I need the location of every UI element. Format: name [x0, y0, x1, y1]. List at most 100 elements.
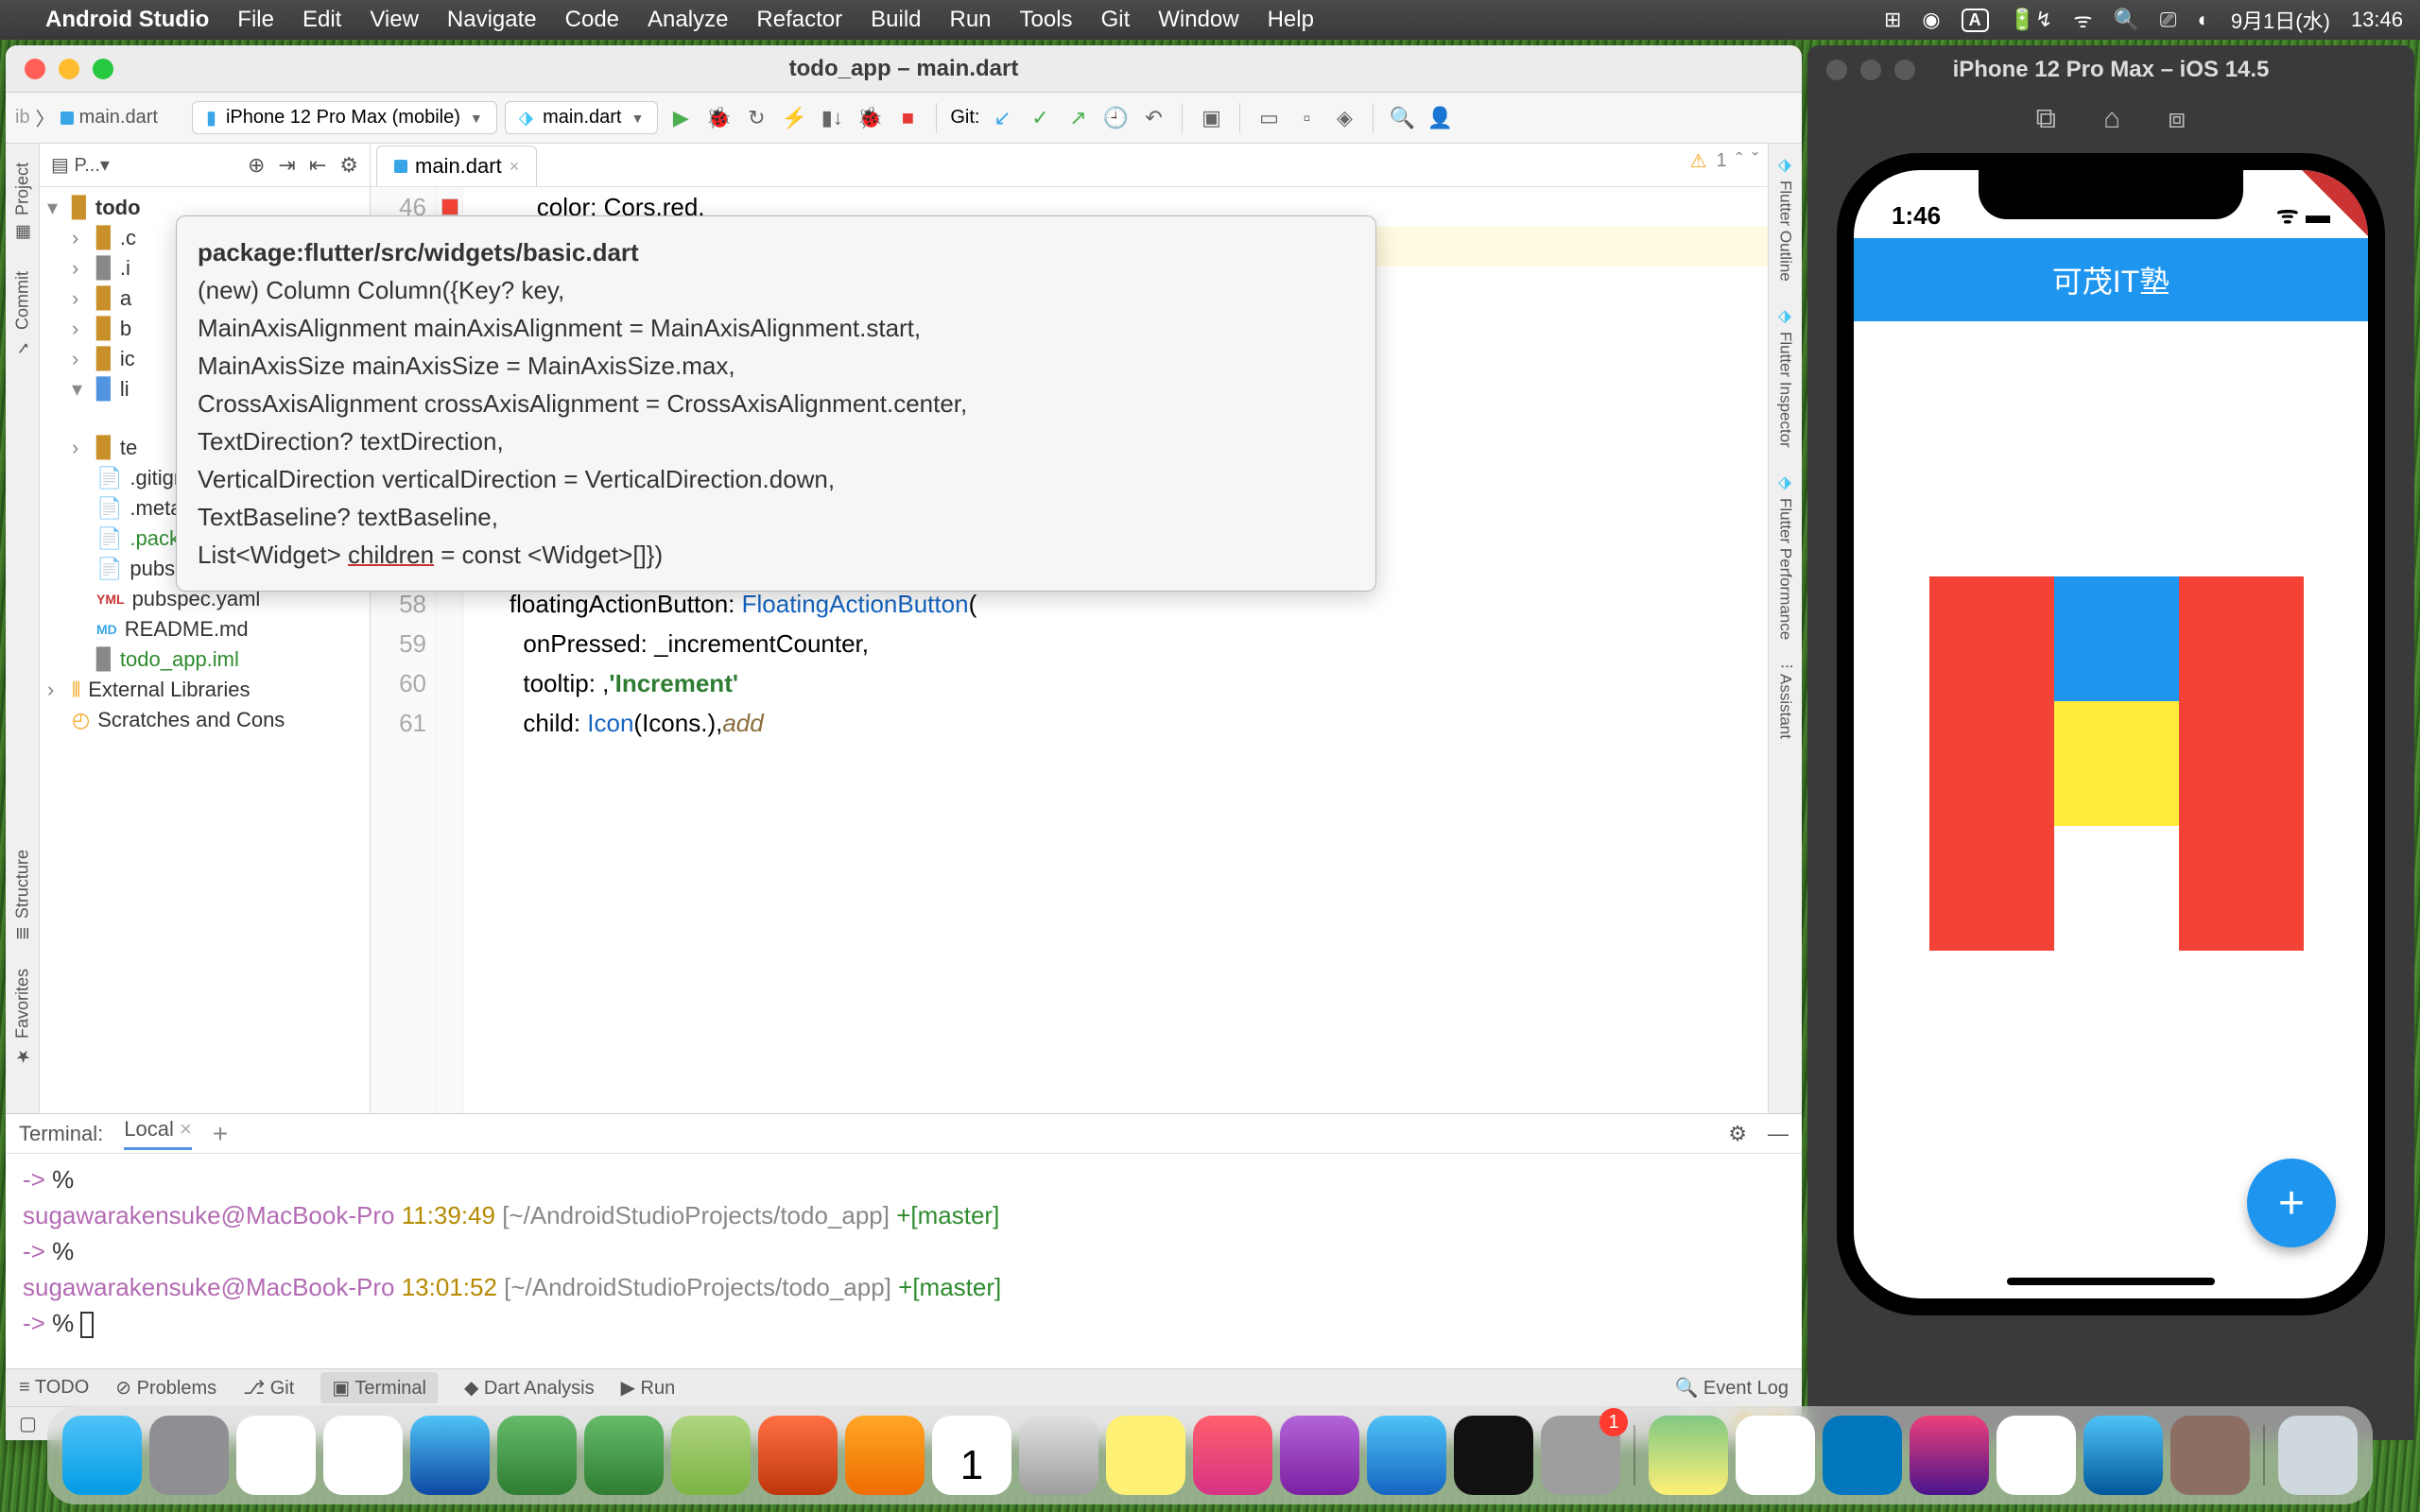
terminal-tab[interactable]: Local × — [124, 1117, 192, 1150]
menu-edit[interactable]: Edit — [302, 7, 341, 33]
wifi-icon[interactable]: ᯤ — [2073, 6, 2092, 34]
dock-app[interactable] — [845, 1416, 925, 1495]
dock-finder[interactable] — [62, 1416, 142, 1495]
project-view-selector[interactable]: ▤ P...▾ — [51, 153, 110, 177]
collapse-all-icon[interactable]: ⇤ — [309, 153, 326, 178]
tool-flutter-outline[interactable]: ⬗Flutter Outline — [1775, 155, 1796, 282]
menu-tools[interactable]: Tools — [1020, 7, 1073, 33]
dock-trash[interactable] — [2278, 1416, 2358, 1495]
battery-icon[interactable]: 🔋↯ — [2010, 8, 2053, 32]
dock-app[interactable] — [1910, 1416, 1989, 1495]
rotate-icon[interactable]: ⧈ — [2168, 103, 2186, 135]
run-button[interactable]: ▶ — [666, 103, 696, 133]
tree-external-libs[interactable]: ›⫴External Libraries — [40, 675, 370, 705]
hot-reload-button[interactable]: ⚡ — [779, 103, 809, 133]
stop-button[interactable]: ■ — [892, 103, 923, 133]
dock-preferences[interactable]: 1 — [1541, 1416, 1620, 1495]
control-center-icon[interactable]: ⎚ — [2160, 8, 2177, 32]
coverage-button[interactable]: ↻ — [741, 103, 771, 133]
dock-chrome[interactable] — [323, 1416, 403, 1495]
dock-podcasts[interactable] — [1280, 1416, 1359, 1495]
dock-maps[interactable] — [1649, 1416, 1728, 1495]
settings-icon[interactable]: ⚙ — [339, 153, 358, 178]
dock-appstore[interactable] — [1367, 1416, 1446, 1495]
tree-file[interactable]: MD README.md — [40, 614, 370, 644]
menu-help[interactable]: Help — [1268, 7, 1314, 33]
menu-file[interactable]: File — [237, 7, 274, 33]
terminal-body[interactable]: -> %sugawarakensuke@MacBook-Pro 11:39:49… — [6, 1154, 1802, 1368]
menu-window[interactable]: Window — [1158, 7, 1238, 33]
menu-build[interactable]: Build — [871, 7, 921, 33]
tool-run[interactable]: ▶ Run — [621, 1376, 676, 1400]
menu-navigate[interactable]: Navigate — [447, 7, 537, 33]
tool-assistant[interactable]: ⫶Assistant — [1776, 664, 1795, 739]
menubar-date[interactable]: 9月1日(水) — [2231, 5, 2330, 35]
dock-tv[interactable] — [1454, 1416, 1533, 1495]
menubar-app[interactable]: Android Studio — [45, 7, 209, 33]
tool-favorites[interactable]: ★Favorites — [12, 969, 33, 1066]
siri-icon[interactable]: ◐ — [2198, 8, 2210, 32]
dock-facetime[interactable] — [497, 1416, 577, 1495]
search-everywhere-button[interactable]: 🔍 — [1387, 103, 1417, 133]
flutter-attach-button[interactable]: 🐞 — [855, 103, 885, 133]
device-manager-button[interactable]: ▭ — [1253, 103, 1284, 133]
git-push-button[interactable]: ↗ — [1063, 103, 1093, 133]
menu-code[interactable]: Code — [565, 7, 619, 33]
dock-notes[interactable] — [1106, 1416, 1185, 1495]
menu-run[interactable]: Run — [950, 7, 992, 33]
tool-flutter-inspector[interactable]: ⬗Flutter Inspector — [1775, 306, 1796, 448]
dock-safari[interactable] — [236, 1416, 316, 1495]
attach-debugger-button[interactable]: ▮↓ — [817, 103, 847, 133]
floating-action-button[interactable]: + — [2247, 1159, 2336, 1247]
tool-structure[interactable]: ≣Structure — [12, 850, 33, 940]
menu-analyze[interactable]: Analyze — [648, 7, 728, 33]
dock-messages[interactable] — [584, 1416, 664, 1495]
avatar-icon[interactable]: 👤 — [1425, 103, 1455, 133]
spotlight-icon[interactable]: 🔍 — [2114, 8, 2139, 32]
editor-tab[interactable]: main.dart× — [376, 146, 537, 186]
debug-button[interactable]: 🐞 — [703, 103, 734, 133]
menu-refactor[interactable]: Refactor — [756, 7, 842, 33]
tool-problems[interactable]: ⊘ Problems — [115, 1376, 216, 1400]
dock-app[interactable] — [758, 1416, 838, 1495]
dock-app[interactable] — [2083, 1416, 2163, 1495]
record-icon[interactable]: ◉ — [1922, 8, 1940, 32]
close-tab-icon[interactable]: × — [510, 157, 520, 177]
resource-manager-button[interactable]: ◈ — [1329, 103, 1359, 133]
sdk-manager-button[interactable]: ▫ — [1291, 103, 1322, 133]
home-indicator[interactable] — [2007, 1278, 2215, 1285]
git-commit-button[interactable]: ✓ — [1025, 103, 1055, 133]
menubar-time[interactable]: 13:46 — [2351, 8, 2403, 32]
tree-file[interactable]: ▉todo_app.iml — [40, 644, 370, 675]
device-selector[interactable]: ▮iPhone 12 Pro Max (mobile)▼ — [192, 101, 497, 134]
avd-manager-button[interactable]: ▣ — [1196, 103, 1226, 133]
expand-all-icon[interactable]: ⊕ — [248, 153, 265, 178]
terminal-settings-icon[interactable]: ⚙ — [1728, 1122, 1747, 1146]
new-terminal-button[interactable]: + — [213, 1119, 228, 1149]
dock-line[interactable] — [671, 1416, 751, 1495]
menu-git[interactable]: Git — [1101, 7, 1131, 33]
dock-launchpad[interactable] — [149, 1416, 229, 1495]
input-mode-icon[interactable]: A — [1962, 9, 1989, 32]
screenshot-icon[interactable]: ⧉ — [2036, 103, 2056, 135]
tool-flutter-performance[interactable]: ⬗Flutter Performance — [1775, 472, 1796, 640]
tree-scratches[interactable]: ◴Scratches and Cons — [40, 705, 370, 735]
tool-project[interactable]: ▦Project — [12, 163, 33, 243]
tool-commit[interactable]: ✓Commit — [12, 271, 33, 357]
tool-dart-analysis[interactable]: ◆ Dart Analysis — [464, 1376, 595, 1400]
git-pull-button[interactable]: ↙ — [987, 103, 1017, 133]
dock-slack[interactable] — [1736, 1416, 1815, 1495]
revert-button[interactable]: ↶ — [1138, 103, 1168, 133]
dock-reminders[interactable] — [1019, 1416, 1098, 1495]
home-icon[interactable]: ⌂ — [2103, 103, 2120, 135]
breadcrumb[interactable]: ib 〉 main.dart — [15, 104, 158, 131]
dock-mail[interactable] — [410, 1416, 490, 1495]
dock-app[interactable] — [1996, 1416, 2076, 1495]
collapse-icon[interactable]: ⇥ — [278, 153, 295, 178]
dropbox-icon[interactable]: ⊞ — [1884, 8, 1901, 32]
terminal-hide-icon[interactable]: — — [1768, 1122, 1789, 1146]
tool-todo[interactable]: ≡ TODO — [19, 1377, 89, 1399]
inspection-widget[interactable]: ⚠1 ˆ ˇ — [1690, 149, 1758, 173]
dock-app[interactable] — [2170, 1416, 2250, 1495]
run-config-selector[interactable]: ⬗main.dart▼ — [505, 101, 659, 134]
